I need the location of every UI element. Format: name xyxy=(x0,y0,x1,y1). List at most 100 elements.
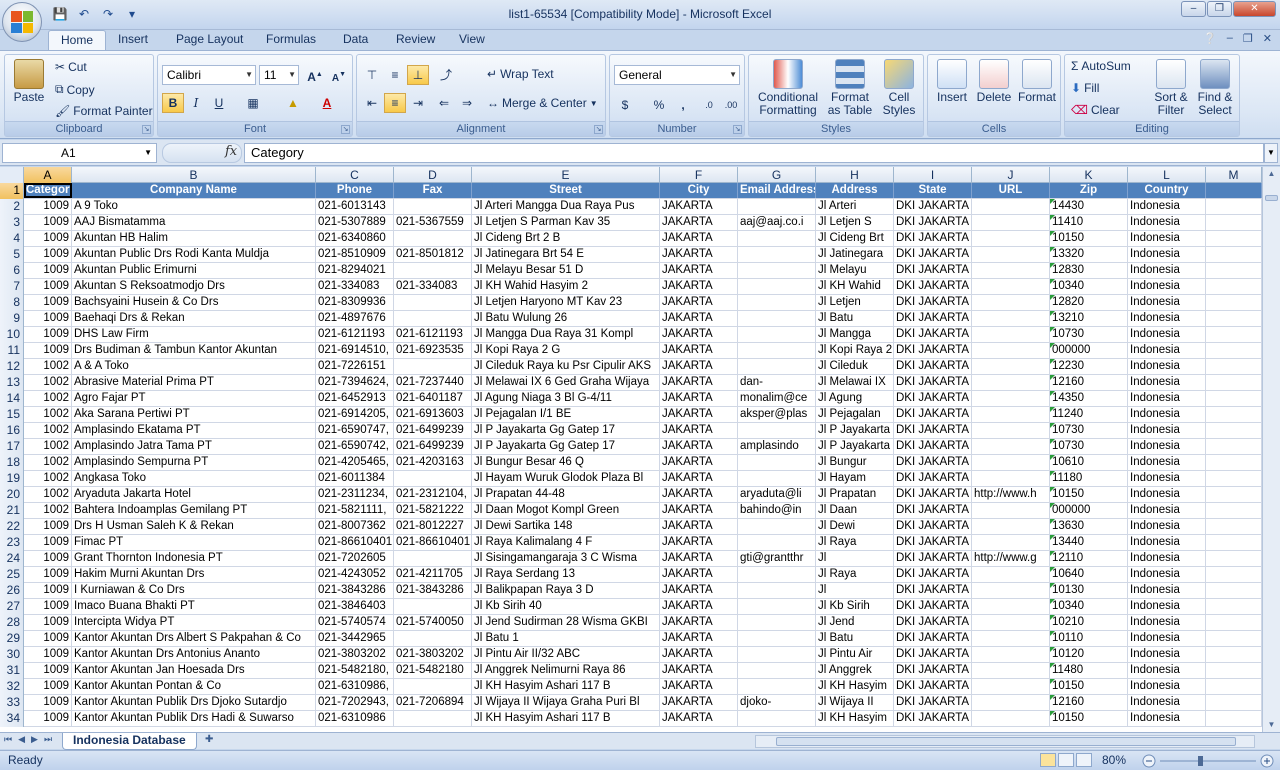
grid-cell[interactable]: JAKARTA xyxy=(660,455,738,470)
row-header[interactable]: 28 xyxy=(0,615,24,631)
row-header[interactable]: 26 xyxy=(0,583,24,599)
delete-button[interactable]: Delete xyxy=(974,59,1014,104)
grid-cell[interactable] xyxy=(972,631,1050,646)
grid-cell[interactable]: aksper@plas xyxy=(738,407,816,422)
grid-cell[interactable]: DKI JAKARTA xyxy=(894,599,972,614)
grid-cell[interactable] xyxy=(972,711,1050,726)
grid-cell[interactable]: 12830 xyxy=(1050,263,1128,278)
grid-cell[interactable] xyxy=(394,471,472,486)
grid-cell[interactable]: JAKARTA xyxy=(660,359,738,374)
number-format-combo[interactable]: General ▼ xyxy=(614,65,740,85)
grid-cell[interactable]: Amplasindo Sempurna PT xyxy=(72,455,316,470)
grid-cell[interactable]: JAKARTA xyxy=(660,551,738,566)
fill-color-icon[interactable]: ▲ xyxy=(282,93,304,113)
grid-cell[interactable] xyxy=(1206,615,1262,630)
grid-cell[interactable]: 1009 xyxy=(24,231,72,246)
header-cell[interactable]: Street xyxy=(472,183,660,198)
grid-cell[interactable]: 021-7394624, xyxy=(316,375,394,390)
row-header[interactable]: 17 xyxy=(0,439,24,455)
row-header[interactable]: 8 xyxy=(0,295,24,311)
row-header[interactable]: 19 xyxy=(0,471,24,487)
header-cell[interactable]: Address xyxy=(816,183,894,198)
grid-cell[interactable]: Akuntan Public Erimurni xyxy=(72,263,316,278)
grid-cell[interactable]: DKI JAKARTA xyxy=(894,583,972,598)
grid-cell[interactable] xyxy=(972,263,1050,278)
grid-cell[interactable]: Indonesia xyxy=(1128,295,1206,310)
row-header[interactable]: 1 xyxy=(0,183,24,199)
grid-cell[interactable] xyxy=(394,599,472,614)
grid-cell[interactable] xyxy=(394,263,472,278)
grid-cell[interactable] xyxy=(738,327,816,342)
increase-decimal-icon[interactable]: .0 xyxy=(698,95,720,115)
grid-cell[interactable]: Jl Hayam Wuruk Glodok Plaza Bl xyxy=(472,471,660,486)
restore-workbook-icon[interactable]: ❐ xyxy=(1243,32,1253,45)
grid-cell[interactable]: JAKARTA xyxy=(660,199,738,214)
grid-cell[interactable]: 021-4203163 xyxy=(394,455,472,470)
grid-cell[interactable] xyxy=(1206,439,1262,454)
grid-cell[interactable]: 11180 xyxy=(1050,471,1128,486)
row-header[interactable]: 5 xyxy=(0,247,24,263)
grid-cell[interactable] xyxy=(1206,679,1262,694)
grid-cell[interactable]: Indonesia xyxy=(1128,679,1206,694)
row-header[interactable]: 18 xyxy=(0,455,24,471)
grid-cell[interactable]: Jl P Jayakarta Gg Gatep 17 xyxy=(472,439,660,454)
scroll-down-icon[interactable]: ▼ xyxy=(1266,720,1277,730)
grid-cell[interactable]: JAKARTA xyxy=(660,215,738,230)
number-launcher-icon[interactable]: ↘ xyxy=(733,125,742,134)
grid-cell[interactable]: Jl KH Wahid xyxy=(816,279,894,294)
grid-cell[interactable]: 13320 xyxy=(1050,247,1128,262)
grid-cell[interactable]: Jl Melawai IX 6 Ged Graha Wijaya xyxy=(472,375,660,390)
grid-cell[interactable]: Aka Sarana Pertiwi PT xyxy=(72,407,316,422)
zoom-slider[interactable] xyxy=(1142,754,1276,768)
insert-button[interactable]: Insert xyxy=(932,59,972,104)
grid-cell[interactable]: DKI JAKARTA xyxy=(894,535,972,550)
grid-cell[interactable]: Indonesia xyxy=(1128,567,1206,582)
grid-cell[interactable] xyxy=(972,231,1050,246)
first-sheet-icon[interactable]: ⏮ xyxy=(4,734,12,745)
grid-cell[interactable]: 13630 xyxy=(1050,519,1128,534)
grid-cell[interactable]: 021-4243052 xyxy=(316,567,394,582)
grid-cell[interactable] xyxy=(972,503,1050,518)
grid-cell[interactable]: JAKARTA xyxy=(660,647,738,662)
grid-cell[interactable]: Indonesia xyxy=(1128,455,1206,470)
grid-cell[interactable]: DKI JAKARTA xyxy=(894,631,972,646)
grid-cell[interactable]: 021-6011384 xyxy=(316,471,394,486)
grid-cell[interactable] xyxy=(972,215,1050,230)
grid-cell[interactable]: Indonesia xyxy=(1128,199,1206,214)
grid-cell[interactable]: Jl Raya Serdang 13 xyxy=(472,567,660,582)
expand-formula-bar-icon[interactable]: ▼ xyxy=(1264,143,1278,163)
grid-cell[interactable] xyxy=(1206,295,1262,310)
column-header-e[interactable]: E xyxy=(472,167,660,183)
grid-cell[interactable]: 1002 xyxy=(24,487,72,502)
row-header[interactable]: 6 xyxy=(0,263,24,279)
grid-cell[interactable]: Indonesia xyxy=(1128,615,1206,630)
grid-cell[interactable]: 10150 xyxy=(1050,231,1128,246)
grid-cell[interactable]: DKI JAKARTA xyxy=(894,439,972,454)
grid-cell[interactable]: 021-5821222 xyxy=(394,503,472,518)
grid-cell[interactable]: DKI JAKARTA xyxy=(894,615,972,630)
grid-cell[interactable]: Indonesia xyxy=(1128,439,1206,454)
grid-cell[interactable] xyxy=(972,471,1050,486)
grid-cell[interactable]: DKI JAKARTA xyxy=(894,391,972,406)
grid-cell[interactable]: JAKARTA xyxy=(660,599,738,614)
grid-cell[interactable]: Jl Raya xyxy=(816,535,894,550)
paste-button[interactable]: Paste xyxy=(9,59,49,104)
grid-cell[interactable]: Jl Letjen S xyxy=(816,215,894,230)
grid-cell[interactable]: 021-6913603 xyxy=(394,407,472,422)
grid-cell[interactable]: Indonesia xyxy=(1128,663,1206,678)
grid-cell[interactable]: Indonesia xyxy=(1128,471,1206,486)
grid-cell[interactable]: 1009 xyxy=(24,583,72,598)
grid-cell[interactable]: Jl KH Hasyim Ashari 117 B xyxy=(472,679,660,694)
grid-cell[interactable] xyxy=(1206,199,1262,214)
grid-cell[interactable]: JAKARTA xyxy=(660,583,738,598)
grid-cell[interactable]: Jl Balikpapan Raya 3 D xyxy=(472,583,660,598)
grid-cell[interactable]: 021-8309936 xyxy=(316,295,394,310)
grid-cell[interactable]: 021-2311234, xyxy=(316,487,394,502)
grid-cell[interactable]: 1002 xyxy=(24,439,72,454)
grid-cell[interactable]: Jl Melayu xyxy=(816,263,894,278)
column-header-a[interactable]: A xyxy=(24,167,72,183)
grid-cell[interactable]: 021-5367559 xyxy=(394,215,472,230)
row-header[interactable]: 30 xyxy=(0,647,24,663)
grid-cell[interactable]: 021-3846403 xyxy=(316,599,394,614)
grid-cell[interactable]: Jl P Jayakarta xyxy=(816,439,894,454)
